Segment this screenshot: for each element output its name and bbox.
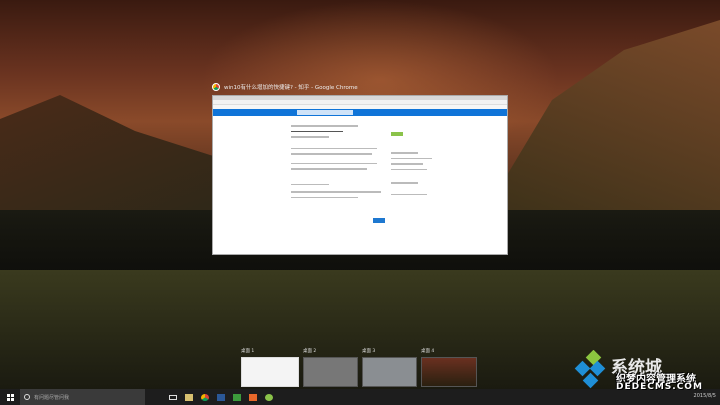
- desktop-3-thumbnail[interactable]: [362, 357, 417, 387]
- chrome-icon: [201, 393, 209, 401]
- window-title: win10有什么增加的快捷键? - 知乎 - Google Chrome: [224, 85, 358, 91]
- desktop-3-label: 桌面 3: [362, 349, 376, 354]
- android-icon: [265, 393, 273, 401]
- clock[interactable]: 2015/8/5: [694, 393, 716, 399]
- media-icon: [249, 393, 257, 401]
- search-placeholder: 有问题尽管问我: [34, 394, 70, 401]
- windows-icon: [6, 393, 14, 401]
- chrome-icon: [212, 83, 220, 91]
- spreadsheet-icon: [233, 393, 241, 401]
- folder-icon: [185, 393, 193, 401]
- window-title-bar[interactable]: win10有什么增加的快捷键? - 知乎 - Google Chrome: [212, 83, 358, 91]
- taskbar: 有问题尽管问我: [0, 389, 720, 405]
- start-button[interactable]: [0, 393, 20, 401]
- question-content: [291, 121, 386, 231]
- taskbar-file-explorer[interactable]: [181, 389, 197, 405]
- desktop-4-label: 桌面 4: [421, 349, 435, 354]
- word-icon: [217, 393, 225, 401]
- taskbar-chrome[interactable]: [197, 389, 213, 405]
- desktop-4-thumbnail[interactable]: [421, 357, 477, 387]
- chrome-window-thumbnail[interactable]: [212, 95, 508, 255]
- watermark: 系统城 织梦内容管理系统 DEDECMS.COM: [566, 350, 720, 392]
- follow-button: [391, 132, 403, 136]
- watermark-domain: DEDECMS.COM: [616, 382, 703, 392]
- taskbar-spreadsheet[interactable]: [229, 389, 245, 405]
- watermark-logo-icon: [574, 350, 606, 389]
- taskbar-word[interactable]: [213, 389, 229, 405]
- site-nav: [213, 109, 507, 116]
- cortana-icon: [24, 394, 30, 400]
- site-search: [297, 110, 353, 115]
- page-sidebar: [391, 121, 436, 199]
- submit-button: [373, 218, 385, 223]
- search-box[interactable]: 有问题尽管问我: [20, 389, 145, 405]
- desktop-2-label: 桌面 2: [303, 349, 317, 354]
- task-view-button[interactable]: [165, 389, 181, 405]
- desktop-2-thumbnail[interactable]: [303, 357, 358, 387]
- desktop-1-label: 桌面 1: [241, 349, 255, 354]
- task-view-icon: [169, 394, 177, 400]
- taskbar-media[interactable]: [245, 389, 261, 405]
- taskbar-android[interactable]: [261, 389, 277, 405]
- desktop-1-thumbnail[interactable]: [241, 357, 299, 387]
